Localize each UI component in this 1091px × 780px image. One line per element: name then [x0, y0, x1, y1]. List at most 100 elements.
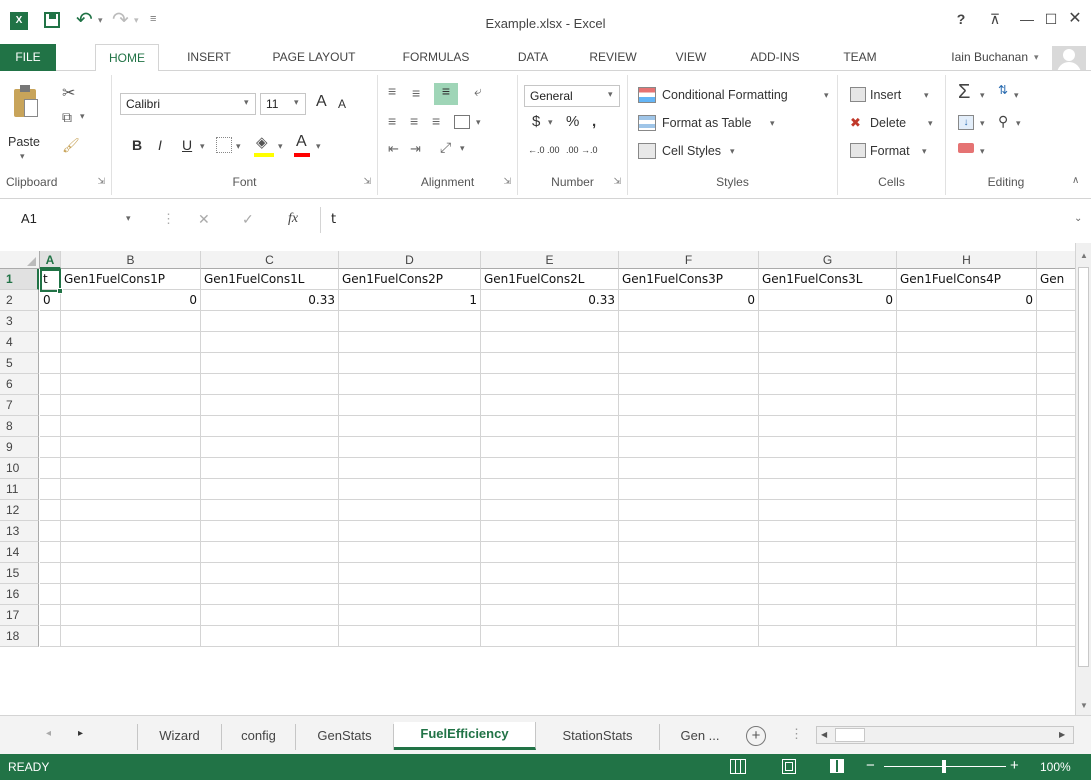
delete-cells-icon[interactable]: ✖	[850, 115, 861, 131]
cancel-entry-icon[interactable]: ✕	[198, 211, 210, 228]
underline-button[interactable]: U	[182, 137, 192, 153]
cell[interactable]	[61, 521, 201, 542]
number-format-dropdown-icon[interactable]: ▾	[608, 89, 613, 100]
row-header-6[interactable]: 6	[0, 374, 39, 395]
align-middle-icon[interactable]: ≡	[412, 85, 420, 101]
cell[interactable]	[759, 416, 897, 437]
cell[interactable]	[1037, 521, 1075, 542]
cell[interactable]	[201, 479, 339, 500]
sheet-tab-wizard[interactable]: Wizard	[138, 724, 222, 750]
cell[interactable]	[481, 332, 619, 353]
cell[interactable]	[759, 353, 897, 374]
tab-formulas[interactable]: FORMULAS	[386, 44, 486, 71]
cell[interactable]	[201, 374, 339, 395]
row-header-5[interactable]: 5	[0, 353, 39, 374]
cell[interactable]	[619, 437, 759, 458]
tab-data[interactable]: DATA	[505, 44, 561, 71]
cell[interactable]	[40, 374, 61, 395]
delete-cells-button[interactable]: Delete	[870, 116, 906, 130]
cell[interactable]	[61, 353, 201, 374]
wrap-text-icon[interactable]: ⤶	[474, 83, 482, 100]
cell[interactable]	[619, 374, 759, 395]
user-dropdown-icon[interactable]: ▾	[1034, 52, 1039, 63]
row-header-15[interactable]: 15	[0, 563, 39, 584]
cell[interactable]	[897, 458, 1037, 479]
close-button[interactable]: ✕	[1064, 8, 1086, 30]
cell[interactable]	[40, 563, 61, 584]
cell[interactable]	[40, 395, 61, 416]
column-header-f[interactable]: F	[619, 251, 759, 269]
cell[interactable]	[61, 626, 201, 647]
cell[interactable]	[339, 584, 481, 605]
cell[interactable]	[897, 416, 1037, 437]
cell[interactable]	[61, 311, 201, 332]
cell[interactable]	[339, 416, 481, 437]
value-cell[interactable]: 0	[897, 290, 1037, 311]
page-break-view-icon[interactable]	[830, 759, 844, 773]
paste-button[interactable]: Paste	[8, 135, 40, 149]
cell[interactable]	[897, 374, 1037, 395]
cell[interactable]	[481, 605, 619, 626]
currency-dropdown-icon[interactable]: ▾	[548, 117, 553, 128]
cell[interactable]	[897, 437, 1037, 458]
cell[interactable]	[61, 500, 201, 521]
zoom-slider-thumb[interactable]	[942, 760, 946, 773]
cell-styles-button[interactable]: Cell Styles	[662, 144, 721, 158]
find-select-icon[interactable]: ⚲	[998, 113, 1008, 130]
cell[interactable]	[619, 626, 759, 647]
format-as-table-dropdown-icon[interactable]: ▾	[770, 118, 775, 129]
horizontal-scrollbar[interactable]: ◀ ▶	[816, 726, 1074, 744]
column-header-b[interactable]: B	[61, 251, 201, 269]
formula-input[interactable]: t	[320, 207, 1060, 233]
name-box[interactable]: A1	[16, 209, 144, 231]
cell[interactable]	[619, 458, 759, 479]
vertical-scroll-thumb[interactable]	[1078, 267, 1089, 667]
cell[interactable]	[619, 584, 759, 605]
sheet-tab-fuelefficiency[interactable]: FuelEfficiency	[394, 722, 536, 750]
cell[interactable]	[201, 584, 339, 605]
cell[interactable]	[481, 521, 619, 542]
cell[interactable]	[1037, 458, 1075, 479]
header-cell[interactable]: Gen1FuelCons1L	[201, 269, 339, 290]
cell[interactable]	[481, 584, 619, 605]
cell[interactable]	[619, 500, 759, 521]
row-header-3[interactable]: 3	[0, 311, 39, 332]
row-header-13[interactable]: 13	[0, 521, 39, 542]
cell[interactable]	[339, 500, 481, 521]
row-header-7[interactable]: 7	[0, 395, 39, 416]
cell[interactable]	[481, 479, 619, 500]
name-box-dropdown-icon[interactable]: ▾	[126, 213, 131, 224]
cell[interactable]	[339, 521, 481, 542]
grow-font-button[interactable]: A	[316, 93, 327, 111]
header-cell[interactable]: Gen1FuelCons3P	[619, 269, 759, 290]
shrink-font-button[interactable]: A	[338, 97, 346, 111]
format-painter-icon[interactable]: 🖌	[62, 137, 80, 154]
cell-styles-dropdown-icon[interactable]: ▾	[730, 146, 735, 157]
clear-icon[interactable]	[958, 143, 974, 153]
cell[interactable]	[61, 437, 201, 458]
value-cell[interactable]: 0	[759, 290, 897, 311]
currency-button[interactable]: $	[532, 113, 540, 130]
scroll-down-icon[interactable]: ▼	[1080, 701, 1088, 710]
orientation-icon[interactable]: ⤢	[440, 139, 451, 156]
value-cell[interactable]: 0	[61, 290, 201, 311]
vertical-scrollbar[interactable]: ▲ ▼	[1075, 243, 1091, 715]
cell[interactable]	[201, 521, 339, 542]
ribbon-display-options-icon[interactable]: ⊼	[984, 8, 1006, 30]
cell[interactable]	[40, 416, 61, 437]
row-header-17[interactable]: 17	[0, 605, 39, 626]
cell[interactable]	[897, 353, 1037, 374]
align-left-icon[interactable]: ≡	[388, 113, 396, 129]
cell[interactable]	[61, 416, 201, 437]
row-header-18[interactable]: 18	[0, 626, 39, 647]
column-header-c[interactable]: C	[201, 251, 339, 269]
cell[interactable]	[759, 563, 897, 584]
fill-color-dropdown-icon[interactable]: ▾	[278, 141, 283, 152]
cell[interactable]	[619, 605, 759, 626]
sheet-tab-genstats[interactable]: GenStats	[296, 724, 394, 750]
tab-view[interactable]: VIEW	[664, 44, 718, 71]
cell[interactable]	[201, 605, 339, 626]
cell[interactable]	[61, 374, 201, 395]
cell[interactable]	[40, 332, 61, 353]
number-launcher-icon[interactable]: ⇲	[613, 176, 621, 187]
